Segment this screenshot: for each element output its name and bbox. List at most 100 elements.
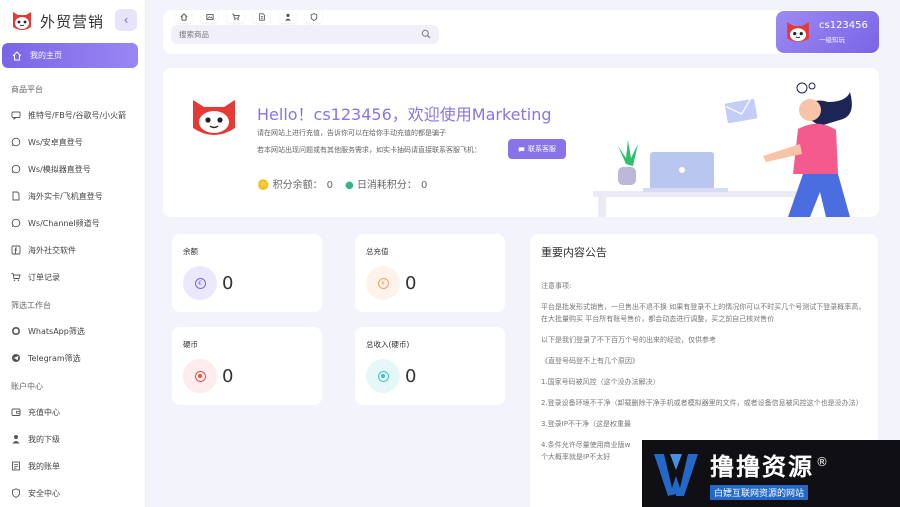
- avatar: [787, 22, 809, 42]
- watermark-banner: 撸撸资源 ® 白嫖互联网资源的网站: [642, 440, 900, 507]
- home-icon: [12, 50, 22, 60]
- stat-value: 0: [405, 366, 417, 387]
- chevron-left-icon: ‹: [123, 13, 129, 27]
- search-input[interactable]: [179, 30, 419, 39]
- points-balance-label: 积分余额：: [272, 180, 323, 191]
- notice-paragraph: 平台是批发形式销售，一旦售出不退不换 如果有登录不上的情况你可以不时买几个号测试…: [541, 303, 866, 323]
- cart-icon: [11, 272, 21, 282]
- sidebar-item-label: WhatsApp筛选: [28, 326, 85, 336]
- sidebar-item-label: Telegram筛选: [28, 353, 81, 363]
- points-summary: 🪙 积分余额： 0 ● 日消耗积分： 0: [257, 176, 427, 191]
- whatsapp-icon: [11, 218, 21, 228]
- watermark-logo-icon: [654, 453, 698, 496]
- section-title-filters: 筛选工作台: [11, 301, 51, 310]
- user-icon: [284, 13, 291, 21]
- sidebar-item-social-apps[interactable]: 海外社交软件: [11, 242, 141, 258]
- sidebar-item-recharge[interactable]: 充值中心: [11, 404, 141, 420]
- sidebar-item-label: 我的下级: [28, 434, 60, 444]
- cat-logo-icon: [13, 12, 31, 30]
- sidebar-item-label: Ws/安卓直登号: [28, 137, 83, 147]
- whatsapp-icon: [11, 164, 21, 174]
- brand-name: 外贸营销: [40, 12, 105, 31]
- user-level: 一级知玩: [819, 36, 845, 44]
- welcome-tip-recharge: 请在网站上进行充值，告诉你可以在给你手动充值的都是骗子: [257, 129, 446, 137]
- sidebar-item-label: 我的账单: [28, 461, 60, 471]
- stat-value: 0: [405, 273, 417, 294]
- sidebar-item-label: 订单记录: [28, 272, 60, 282]
- sidebar-item-label: 安全中心: [28, 488, 60, 498]
- sidebar-item-ws-channel[interactable]: Ws/Channel频道号: [11, 215, 141, 231]
- sidebar-item-label: 充值中心: [28, 407, 60, 417]
- tab-shield[interactable]: [305, 10, 322, 23]
- telegram-icon: [11, 353, 21, 363]
- tab-cart[interactable]: [227, 10, 244, 23]
- stat-label: 总收入(硬币): [366, 340, 410, 349]
- home-icon: [179, 12, 188, 21]
- welcome-tip-support: 若本网站出现问题或有其他服务需求，如实卡抽码请直接联系客服飞机：: [257, 146, 481, 154]
- notice-title: 重要内容公告: [541, 246, 607, 259]
- coins-icon: 🪙: [257, 180, 270, 191]
- bill-icon: [11, 461, 21, 471]
- chat-icon: [11, 110, 21, 120]
- tab-document[interactable]: [253, 10, 270, 23]
- notice-paragraph: 1.国家号码被风控（这个没办法解决）: [541, 378, 660, 386]
- tab-image[interactable]: [201, 10, 218, 23]
- sidebar-item-label: 海外实卡/飞机直登号: [28, 191, 103, 201]
- contact-support-button[interactable]: 联系客服: [508, 139, 566, 159]
- user-card[interactable]: cs123456 一级知玩: [776, 11, 879, 53]
- user-info: cs123456 一级知玩: [819, 20, 868, 44]
- whatsapp-icon: [11, 326, 21, 336]
- cat-logo-icon: [193, 100, 235, 135]
- welcome-title: Hello！cs123456，欢迎使用Marketing: [257, 105, 552, 124]
- chat-bubble-icon: [518, 146, 525, 152]
- cart-icon: [231, 13, 240, 20]
- sidebar-item-ws-android[interactable]: Ws/安卓直登号: [11, 134, 141, 150]
- section-title-products: 商品平台: [11, 85, 43, 94]
- document-icon: [11, 191, 21, 201]
- sidebar-item-twitter-fb[interactable]: 推特号/FB号/谷歌号/小火箭: [11, 107, 141, 123]
- notice-paragraph: 《直登号码登不上有几个原因》: [541, 357, 639, 365]
- whatsapp-icon: [11, 137, 21, 147]
- notice-paragraph: 以下是我们登录了不下百万个号的出来的经验，仅供参考: [541, 336, 716, 344]
- document-icon: [258, 12, 265, 21]
- tab-user[interactable]: [279, 10, 296, 23]
- notice-paragraph: 注意事项:: [541, 282, 572, 290]
- quick-tabs: [175, 10, 322, 23]
- daily-points-value: 0: [420, 180, 428, 191]
- notice-paragraph: 2.登录设备环境不干净（卸载删除干净手机或者模拟器里的文件，或者设备信息被风控这…: [541, 399, 863, 407]
- image-icon: [205, 13, 214, 20]
- sidebar-collapse-button[interactable]: ‹: [115, 9, 137, 31]
- sidebar-item-whatsapp-filter[interactable]: WhatsApp筛选: [11, 323, 141, 339]
- watermark-text: 撸撸资源 ® 白嫖互联网资源的网站: [710, 447, 830, 500]
- notice-paragraph: 3.登录IP不干净（这是权重最: [541, 420, 631, 428]
- sidebar-item-security[interactable]: 安全中心: [11, 485, 141, 501]
- watermark-title: 撸撸资源: [710, 453, 814, 481]
- sidebar-item-subordinates[interactable]: 我的下级: [11, 431, 141, 447]
- shield-icon: [11, 488, 21, 498]
- sidebar-item-ws-emulator[interactable]: Ws/模拟器直登号: [11, 161, 141, 177]
- sidebar-item-home[interactable]: 我的主页: [2, 43, 138, 68]
- wallet-icon: [11, 407, 21, 417]
- username: cs123456: [819, 20, 868, 31]
- tab-home[interactable]: [175, 10, 192, 23]
- sidebar-item-overseas-card[interactable]: 海外实卡/飞机直登号: [11, 188, 141, 204]
- stat-value: 0: [222, 273, 234, 294]
- sidebar-item-telegram-filter[interactable]: Telegram筛选: [11, 350, 141, 366]
- search-icon[interactable]: [421, 29, 431, 41]
- stat-value: 0: [222, 366, 234, 387]
- sidebar-item-label: 我的主页: [30, 51, 62, 60]
- users-icon: [11, 434, 21, 444]
- topbar: [163, 10, 879, 54]
- sidebar: 外贸营销 ‹ 我的主页 商品平台 推特号/FB号/谷歌号/小火箭 Ws/安卓直登…: [0, 0, 146, 507]
- sidebar-item-orders[interactable]: 订单记录: [11, 269, 141, 285]
- points-balance-value: 0: [326, 180, 334, 191]
- stat-label: 硬币: [183, 340, 198, 349]
- welcome-panel: Hello！cs123456，欢迎使用Marketing 请在网站上进行充值，告…: [163, 68, 879, 217]
- spark-icon: ¥: [366, 266, 400, 300]
- daily-points-label: 日消耗积分：: [356, 180, 417, 191]
- stack-icon: ●: [345, 180, 354, 191]
- sidebar-item-label: Ws/Channel频道号: [28, 218, 100, 228]
- daily-points: ● 日消耗积分： 0: [345, 176, 427, 191]
- sidebar-item-label: Ws/模拟器直登号: [28, 164, 91, 174]
- sidebar-item-bills[interactable]: 我的账单: [11, 458, 141, 474]
